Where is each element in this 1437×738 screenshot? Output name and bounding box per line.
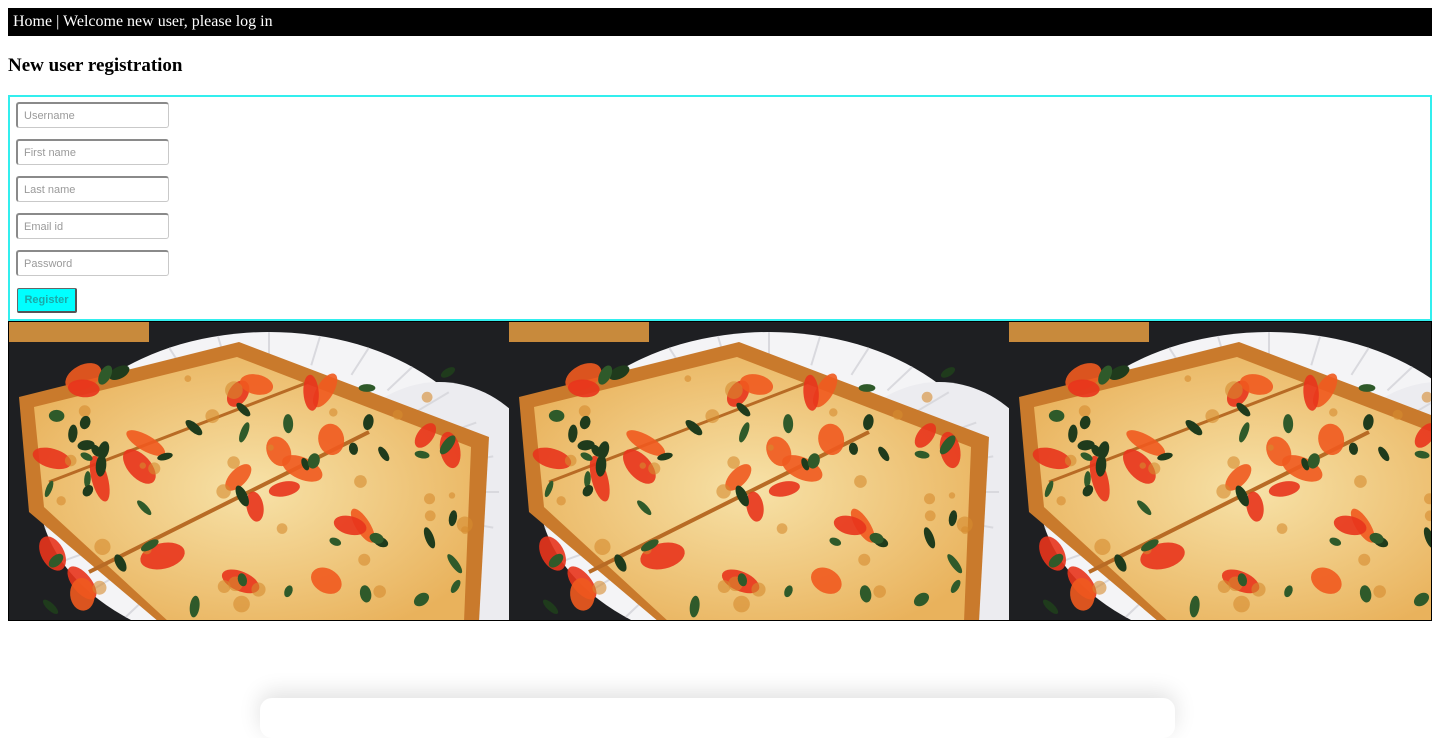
top-nav-bar: Home | Welcome new user, please log in: [8, 8, 1432, 36]
email-input[interactable]: [16, 213, 169, 239]
pizza-image: [509, 322, 1009, 620]
last-name-input[interactable]: [16, 176, 169, 202]
username-input[interactable]: [16, 102, 169, 128]
registration-form: Register: [8, 95, 1432, 321]
page-title: New user registration: [8, 55, 183, 76]
pizza-image: [9, 322, 509, 620]
bottom-panel: [260, 698, 1175, 738]
nav-separator: |: [56, 13, 60, 30]
pizza-gallery: [8, 321, 1432, 621]
home-link[interactable]: Home: [13, 13, 52, 30]
welcome-message: Welcome new user, please log in: [63, 13, 273, 30]
first-name-input[interactable]: [16, 139, 169, 165]
password-input[interactable]: [16, 250, 169, 276]
pizza-image: [1009, 322, 1431, 620]
register-button[interactable]: Register: [17, 288, 77, 313]
